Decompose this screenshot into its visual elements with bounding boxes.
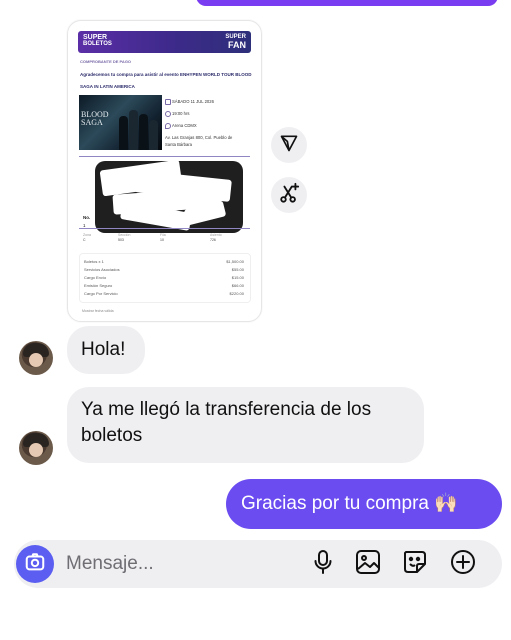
col-label-seccion: Sección — [118, 233, 131, 237]
col-label-zona: Zona — [83, 233, 91, 237]
price-row: Servicios Asociados $55.00 — [84, 267, 244, 272]
ticket-divider — [79, 156, 250, 157]
event-address-line-2: Santa Bárbara — [165, 142, 193, 147]
poster-title: BLOOD SAGA — [81, 110, 109, 127]
col-label-asiento: Asiento — [210, 233, 222, 237]
superfan-logo: SUPER FAN — [225, 34, 246, 50]
calendar-icon — [165, 99, 171, 105]
price-row: Cargo Por Servicio $220.00 — [84, 291, 244, 296]
image-icon — [355, 549, 381, 580]
event-time: 19:00 hrs — [172, 111, 190, 116]
send-triangle-icon — [279, 133, 299, 158]
price-row: Boletos x 1 $1,500.00 — [84, 259, 244, 264]
message-input[interactable] — [66, 552, 286, 576]
receipt-label: COMPROBANTE DE PAGO — [80, 59, 132, 64]
event-date: SÁBADO 11 JUL 2026 — [172, 99, 214, 104]
outgoing-message-bubble[interactable]: Gracias por tu compra 🙌🏻 — [226, 479, 502, 529]
message-text: Ya me llegó la transferencia de los bole… — [81, 399, 372, 446]
event-venue: Arena CDMX — [172, 123, 197, 128]
thanks-text: Agradecemos tu compra para asistir al ev… — [80, 72, 252, 89]
add-button[interactable] — [449, 549, 477, 580]
shared-ticket-image[interactable]: SUPER BOLETOS SUPER FAN COMPROBANTE DE P… — [67, 20, 262, 322]
message-composer — [14, 540, 502, 588]
camera-icon — [24, 551, 46, 578]
col-value-fila: 10 — [160, 238, 164, 242]
share-button[interactable] — [271, 127, 307, 163]
event-address-line-1: Av. Las Granjas 800, Col. Pueblo de — [165, 135, 233, 140]
ticket-divider-2 — [79, 228, 250, 229]
price-row: Cargo Envío $15.00 — [84, 275, 244, 280]
location-icon — [165, 123, 171, 129]
col-value-asiento: 726 — [210, 238, 216, 242]
col-label-fila: Fila — [160, 233, 166, 237]
col-value-zona: C — [83, 238, 86, 242]
clock-icon — [165, 111, 171, 117]
message-text: Gracias por tu compra 🙌🏻 — [241, 493, 458, 514]
contact-avatar[interactable] — [19, 431, 53, 465]
redacted-qr-area — [95, 161, 243, 233]
event-poster: BLOOD SAGA — [79, 95, 162, 150]
incoming-message-bubble[interactable]: Hola! — [67, 326, 145, 374]
remix-button[interactable] — [271, 177, 307, 213]
camera-button[interactable] — [16, 545, 54, 583]
superboletos-logo: SUPER BOLETOS — [83, 34, 112, 47]
microphone-icon — [311, 549, 335, 580]
scissors-sparkle-icon — [278, 182, 300, 209]
sticker-icon — [402, 549, 428, 580]
col-value-seccion: 503 — [118, 238, 124, 242]
plus-circle-icon — [450, 549, 476, 580]
ticket-label-no: No. — [83, 215, 91, 220]
ticket-footer-note: Mostrar fecha válida — [82, 309, 114, 313]
microphone-button[interactable] — [309, 549, 337, 580]
gallery-button[interactable] — [354, 549, 382, 580]
incoming-message-bubble[interactable]: Ya me llegó la transferencia de los bole… — [67, 387, 424, 463]
ticket-header: SUPER BOLETOS SUPER FAN — [78, 31, 251, 53]
message-text: Hola! — [81, 339, 126, 360]
sticker-button[interactable] — [401, 550, 429, 578]
price-row: Emisión Seguro $66.00 — [84, 283, 244, 288]
contact-avatar[interactable] — [19, 341, 53, 375]
previous-outgoing-bubble — [196, 0, 498, 6]
